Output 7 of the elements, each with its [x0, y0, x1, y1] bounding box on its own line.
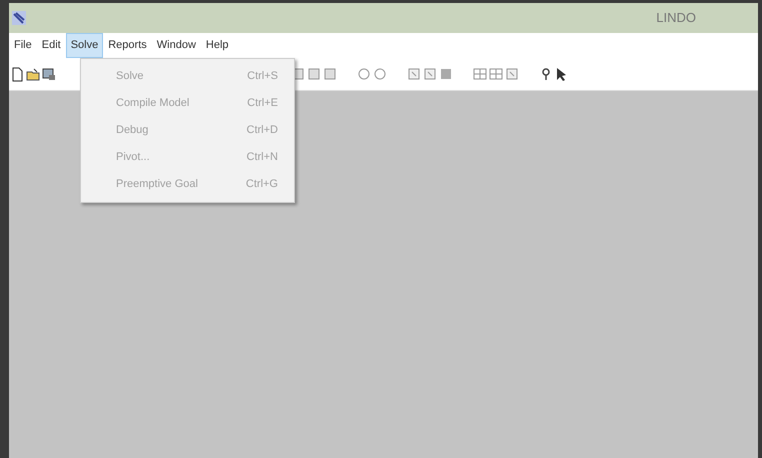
- menu-item[interactable]: Solve: [66, 33, 104, 58]
- window-title: LINDO: [656, 9, 696, 28]
- menu-item[interactable]: File: [9, 33, 37, 58]
- menu-item[interactable]: Window: [152, 33, 201, 58]
- menu-item[interactable]: Help: [200, 33, 234, 58]
- menu-item[interactable]: Edit: [36, 33, 66, 58]
- menu-item[interactable]: Reports: [103, 33, 152, 58]
